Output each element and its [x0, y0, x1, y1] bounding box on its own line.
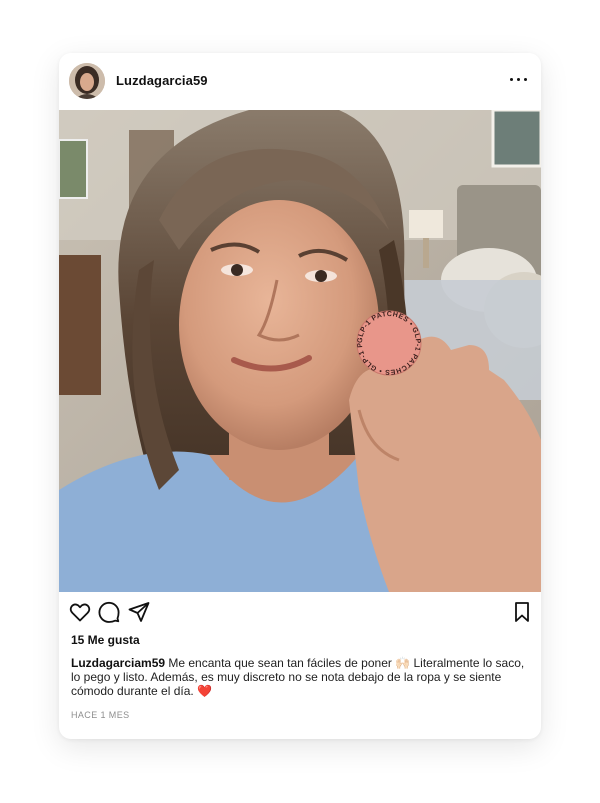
avatar[interactable]	[69, 63, 105, 99]
post-photo[interactable]: GLP-1 PATCHES • GLP-1 PATCHES • GLP-1 PA…	[59, 110, 541, 592]
post-image: GLP-1 PATCHES • GLP-1 PATCHES • GLP-1 PA…	[59, 110, 541, 592]
post-username[interactable]: Luzdagarcia59	[116, 73, 208, 88]
likes-count[interactable]: 15 Me gusta	[71, 633, 140, 647]
bookmark-icon[interactable]	[510, 600, 534, 624]
comment-icon[interactable]	[97, 600, 121, 624]
post-actions	[59, 600, 541, 626]
post-timestamp: HACE 1 MES	[71, 710, 130, 720]
avatar-image	[69, 63, 105, 99]
caption-username[interactable]: Luzdagarciam59	[71, 656, 165, 670]
post-header: Luzdagarcia59	[59, 53, 541, 110]
more-icon[interactable]	[509, 69, 529, 89]
post-caption: Luzdagarciam59 Me encanta que sean tan f…	[71, 656, 529, 698]
post-card: Luzdagarcia59 GLP-1 PATCHES • GLP-1 PATC…	[59, 53, 541, 739]
send-icon[interactable]	[127, 600, 151, 624]
heart-icon[interactable]	[68, 600, 92, 624]
